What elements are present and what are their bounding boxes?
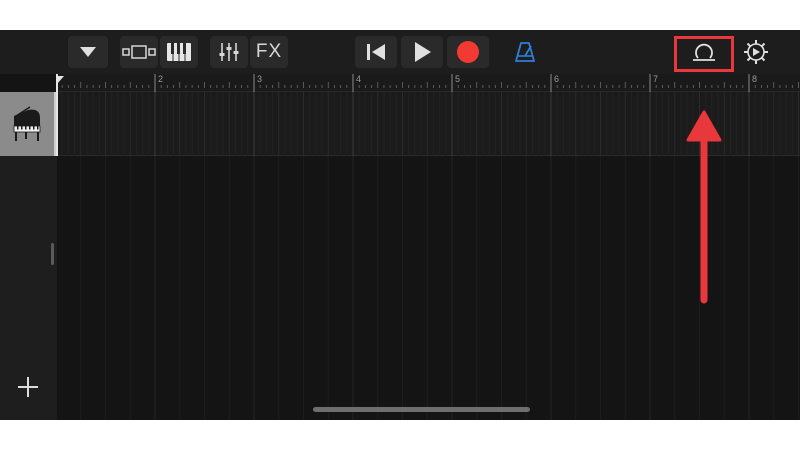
- instrument-button[interactable]: [160, 36, 198, 68]
- bar-number-8: 8: [752, 74, 758, 84]
- tracks-view-icon: [122, 45, 156, 59]
- keyboard-icon: [167, 43, 191, 61]
- fx-button[interactable]: FX: [250, 36, 288, 68]
- rewind-button[interactable]: [355, 36, 397, 68]
- triangle-down-icon: [80, 47, 96, 57]
- dropdown-button[interactable]: [68, 36, 108, 68]
- grand-piano-icon: [13, 106, 41, 141]
- timeline-ruler[interactable]: 2 3 4 5 6 7 8: [55, 74, 800, 92]
- mixer-button[interactable]: [210, 36, 248, 68]
- track-header-piano[interactable]: [0, 92, 56, 156]
- metronome-icon: [515, 42, 535, 62]
- skip-back-icon: [367, 44, 385, 60]
- bar-number-6: 6: [554, 74, 560, 84]
- play-button[interactable]: [401, 36, 443, 68]
- tracks-view-button[interactable]: [120, 36, 158, 68]
- ruler-ticks: [55, 74, 799, 92]
- play-icon: [415, 42, 431, 62]
- gear-icon: [744, 40, 768, 64]
- bar-number-3: 3: [257, 74, 263, 84]
- bar-number-5: 5: [455, 74, 461, 84]
- mixer-sliders-icon: [219, 43, 239, 61]
- annotation-arrow: [686, 110, 722, 304]
- home-indicator: [313, 407, 530, 412]
- loop-button-highlight: [674, 36, 734, 72]
- record-button[interactable]: [447, 36, 489, 68]
- bar-number-4: 4: [356, 74, 362, 84]
- metronome-button[interactable]: [505, 36, 545, 68]
- playhead-marker[interactable]: [56, 76, 64, 84]
- bar-number-2: 2: [158, 74, 164, 84]
- settings-button[interactable]: [738, 36, 774, 68]
- add-track-button[interactable]: [14, 373, 42, 401]
- fx-label: FX: [255, 41, 283, 62]
- column-resize-handle[interactable]: [51, 243, 54, 265]
- garageband-window: FX 2 3 4 5 6 7 8: [0, 30, 800, 420]
- bar-number-7: 7: [653, 74, 659, 84]
- toolbar: FX: [0, 30, 800, 74]
- plus-icon: [18, 377, 38, 397]
- record-icon: [457, 41, 479, 63]
